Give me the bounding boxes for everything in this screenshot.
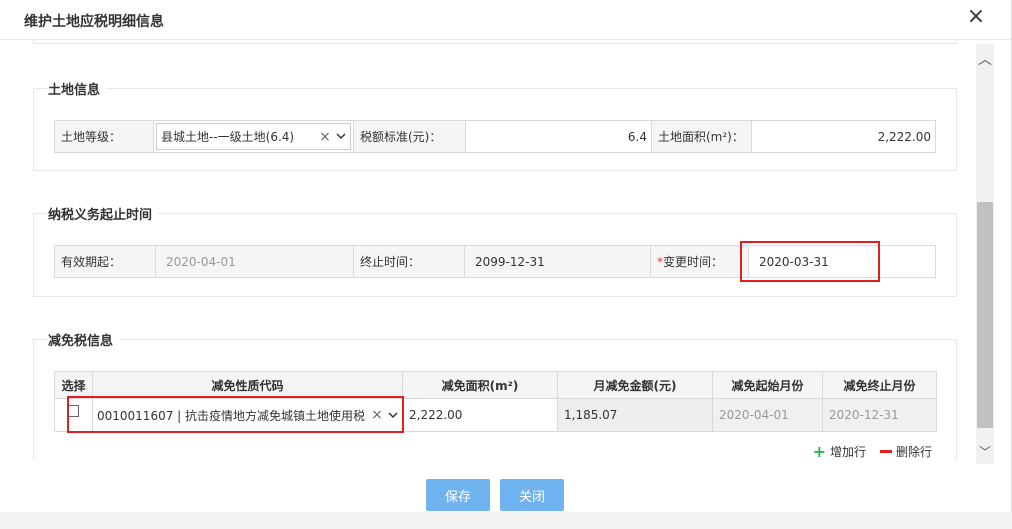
land-info-section: 土地信息 土地等级： 县城土地--一级土地(6.4) × 税额标准(元)： 6.… xyxy=(33,79,957,171)
land-grade-label: 土地等级： xyxy=(55,121,154,152)
clear-icon[interactable]: × xyxy=(318,129,332,145)
relief-table-header: 选择 减免性质代码 减免面积(m²) 月减免金额(元) 减免起始月份 减免终止月… xyxy=(54,371,937,399)
close-icon[interactable]: × xyxy=(965,6,987,28)
relief-title: 减免税信息 xyxy=(48,330,120,349)
land-grade-cell: 县城土地--一级土地(6.4) × xyxy=(154,121,354,152)
relief-section: 减免税信息 选择 减免性质代码 减免面积(m²) 月减免金额(元) 减免起始月份… xyxy=(33,330,957,460)
previous-section-edge xyxy=(33,40,957,44)
minus-icon xyxy=(879,450,892,453)
relief-table: 选择 减免性质代码 减免面积(m²) 月减免金额(元) 减免起始月份 减免终止月… xyxy=(54,371,937,432)
tax-standard-label: 税额标准(元)： xyxy=(354,121,466,152)
col-code: 减免性质代码 xyxy=(92,371,403,399)
dialog: 维护土地应税明细信息 × 土地信息 土地等级： 县城土地--一级土地(6.4) … xyxy=(0,0,1012,512)
start-date-label: 有效期起： xyxy=(55,246,156,277)
delete-row-label: 删除行 xyxy=(895,445,932,459)
end-month-cell: 2020-12-31 xyxy=(822,398,937,432)
tax-period-title: 纳税义务起止时间 xyxy=(48,204,159,223)
row-actions: + 增加行 删除行 xyxy=(813,443,932,460)
relief-area-cell[interactable]: 2,222.00 xyxy=(402,398,558,432)
delete-row-button[interactable]: 删除行 xyxy=(879,443,932,460)
relief-code-cell: 0010011607 | 抗击疫情地方减免城镇土地使用税 × xyxy=(92,398,403,432)
chevron-down-icon[interactable] xyxy=(384,409,402,422)
change-date-cell: 2020-03-31 xyxy=(749,246,935,277)
clear-icon[interactable]: × xyxy=(370,407,384,423)
col-start-month: 减免起始月份 xyxy=(712,371,823,399)
dialog-body: 土地信息 土地等级： 县城土地--一级土地(6.4) × 税额标准(元)： 6.… xyxy=(5,40,975,460)
row-select-cell xyxy=(54,398,93,432)
dialog-title: 维护土地应税明细信息 xyxy=(24,14,164,30)
land-grade-value: 县城土地--一级土地(6.4) xyxy=(161,130,295,144)
land-info-title: 土地信息 xyxy=(48,79,107,98)
start-month-cell: 2020-04-01 xyxy=(712,398,823,432)
col-select: 选择 xyxy=(54,371,93,399)
bottom-strip xyxy=(0,512,1012,529)
row-checkbox[interactable] xyxy=(67,405,79,417)
relief-code-value: 0010011607 | 抗击疫情地方减免城镇土地使用税 xyxy=(97,408,366,423)
change-date-label: * 变更时间： xyxy=(651,246,749,277)
land-info-row: 土地等级： 县城土地--一级土地(6.4) × 税额标准(元)： 6.4 土地面… xyxy=(54,120,936,153)
change-date-label-text: 变更时间： xyxy=(663,255,724,269)
start-date-value: 2020-04-01 xyxy=(156,246,354,277)
table-row: 0010011607 | 抗击疫情地方减免城镇土地使用税 × 2,222.00 … xyxy=(54,398,937,432)
tax-period-row: 有效期起： 2020-04-01 终止时间： 2099-12-31 * 变更时间：… xyxy=(54,245,936,278)
dialog-footer: 保存 关闭 xyxy=(0,479,1012,511)
plus-icon: + xyxy=(812,441,826,460)
land-area-label: 土地面积(m²)： xyxy=(652,121,752,152)
col-monthly-amount: 月减免金额(元) xyxy=(557,371,713,399)
change-date-input[interactable]: 2020-03-31 xyxy=(749,246,935,277)
dialog-header: 维护土地应税明细信息 × xyxy=(0,0,1012,40)
relief-code-select[interactable]: 0010011607 | 抗击疫情地方减免城镇土地使用税 × xyxy=(93,399,402,431)
end-date-value: 2099-12-31 xyxy=(465,246,651,277)
tax-period-section: 纳税义务起止时间 有效期起： 2020-04-01 终止时间： 2099-12-… xyxy=(33,204,957,297)
end-date-label: 终止时间： xyxy=(354,246,465,277)
add-row-label: 增加行 xyxy=(829,445,866,459)
save-button[interactable]: 保存 xyxy=(426,479,490,511)
tax-standard-value[interactable]: 6.4 xyxy=(466,121,652,152)
land-grade-select[interactable]: 县城土地--一级土地(6.4) × xyxy=(156,123,351,150)
vertical-scrollbar[interactable]: ︿ ﹀ xyxy=(976,44,994,464)
land-area-value[interactable]: 2,222.00 xyxy=(752,121,935,152)
chevron-down-icon[interactable] xyxy=(332,130,350,143)
chevron-down-icon[interactable]: ﹀ xyxy=(976,444,994,460)
monthly-amount-cell: 1,185.07 xyxy=(557,398,713,432)
close-button[interactable]: 关闭 xyxy=(500,479,564,511)
scroll-thumb[interactable] xyxy=(977,202,993,428)
chevron-up-icon[interactable]: ︿ xyxy=(976,52,994,68)
col-end-month: 减免终止月份 xyxy=(822,371,937,399)
col-area: 减免面积(m²) xyxy=(402,371,558,399)
add-row-button[interactable]: + 增加行 xyxy=(813,443,866,460)
